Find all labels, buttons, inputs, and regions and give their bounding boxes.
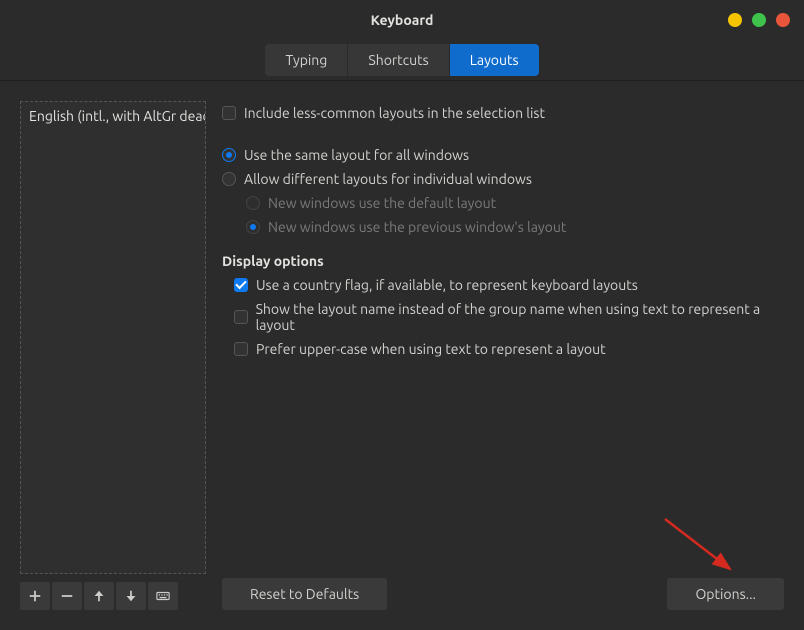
tab-label: Layouts bbox=[470, 52, 519, 68]
button-label: Options... bbox=[695, 586, 756, 602]
tab-group: Typing Shortcuts Layouts bbox=[265, 44, 538, 76]
keyboard-preview-button[interactable] bbox=[148, 582, 178, 610]
content-area: English (intl., with AltGr dead keys) bbox=[0, 81, 804, 630]
add-button[interactable] bbox=[20, 582, 50, 610]
maximize-icon[interactable] bbox=[752, 13, 766, 27]
option-label: Show the layout name instead of the grou… bbox=[256, 301, 784, 333]
list-item-label: English (intl., with AltGr dead keys) bbox=[29, 108, 205, 124]
radio-row-new-default: New windows use the default layout bbox=[246, 191, 784, 215]
radio-different-layouts[interactable] bbox=[222, 172, 236, 186]
display-options-heading: Display options bbox=[222, 253, 784, 269]
reset-defaults-button[interactable]: Reset to Defaults bbox=[222, 578, 387, 610]
annotation-arrow-icon bbox=[660, 514, 750, 584]
layouts-listbox[interactable]: English (intl., with AltGr dead keys) bbox=[20, 101, 206, 574]
titlebar: Keyboard bbox=[0, 0, 804, 40]
radio-new-default bbox=[246, 196, 260, 210]
tabbar: Typing Shortcuts Layouts bbox=[0, 40, 804, 80]
radio-row-same-layout[interactable]: Use the same layout for all windows bbox=[222, 143, 784, 167]
options-button[interactable]: Options... bbox=[667, 578, 784, 610]
arrow-down-icon bbox=[124, 589, 138, 603]
option-label: Prefer upper-case when using text to rep… bbox=[256, 341, 606, 357]
move-up-button[interactable] bbox=[84, 582, 114, 610]
remove-button[interactable] bbox=[52, 582, 82, 610]
tab-typing[interactable]: Typing bbox=[265, 44, 348, 76]
checkbox-row-prefer-uppercase[interactable]: Prefer upper-case when using text to rep… bbox=[234, 337, 784, 361]
layouts-toolbar bbox=[20, 582, 206, 610]
keyboard-icon bbox=[156, 589, 170, 603]
checkbox-prefer-uppercase[interactable] bbox=[234, 342, 248, 356]
radio-new-previous bbox=[246, 220, 260, 234]
list-item[interactable]: English (intl., with AltGr dead keys) bbox=[21, 102, 205, 130]
option-label: New windows use the default layout bbox=[268, 195, 496, 211]
minus-icon bbox=[60, 589, 74, 603]
bottom-button-row: Reset to Defaults Options... bbox=[222, 578, 784, 610]
move-down-button[interactable] bbox=[116, 582, 146, 610]
right-column: Include less-common layouts in the selec… bbox=[222, 101, 784, 610]
radio-row-different-layouts[interactable]: Allow different layouts for individual w… bbox=[222, 167, 784, 191]
tab-label: Shortcuts bbox=[368, 52, 428, 68]
checkbox-row-include-less-common[interactable]: Include less-common layouts in the selec… bbox=[222, 101, 784, 125]
close-icon[interactable] bbox=[776, 13, 790, 27]
checkbox-row-use-flag[interactable]: Use a country flag, if available, to rep… bbox=[234, 273, 784, 297]
tab-label: Typing bbox=[285, 52, 327, 68]
window-controls bbox=[728, 13, 790, 27]
option-label: Allow different layouts for individual w… bbox=[244, 171, 532, 187]
option-label: Use a country flag, if available, to rep… bbox=[256, 277, 638, 293]
checkbox-show-layout-name[interactable] bbox=[234, 310, 248, 324]
tab-layouts[interactable]: Layouts bbox=[450, 44, 539, 76]
radio-same-layout[interactable] bbox=[222, 148, 236, 162]
plus-icon bbox=[28, 589, 42, 603]
minimize-icon[interactable] bbox=[728, 13, 742, 27]
checkbox-include-less-common[interactable] bbox=[222, 106, 236, 120]
radio-row-new-previous: New windows use the previous window's la… bbox=[246, 215, 784, 239]
option-label: Use the same layout for all windows bbox=[244, 147, 469, 163]
tab-shortcuts[interactable]: Shortcuts bbox=[348, 44, 449, 76]
checkbox-row-show-layout-name[interactable]: Show the layout name instead of the grou… bbox=[234, 297, 784, 337]
left-column: English (intl., with AltGr dead keys) bbox=[20, 101, 206, 610]
button-label: Reset to Defaults bbox=[250, 586, 359, 602]
option-label: Include less-common layouts in the selec… bbox=[244, 105, 545, 121]
checkbox-use-flag[interactable] bbox=[234, 278, 248, 292]
window-title: Keyboard bbox=[371, 12, 434, 28]
arrow-up-icon bbox=[92, 589, 106, 603]
option-label: New windows use the previous window's la… bbox=[268, 219, 566, 235]
